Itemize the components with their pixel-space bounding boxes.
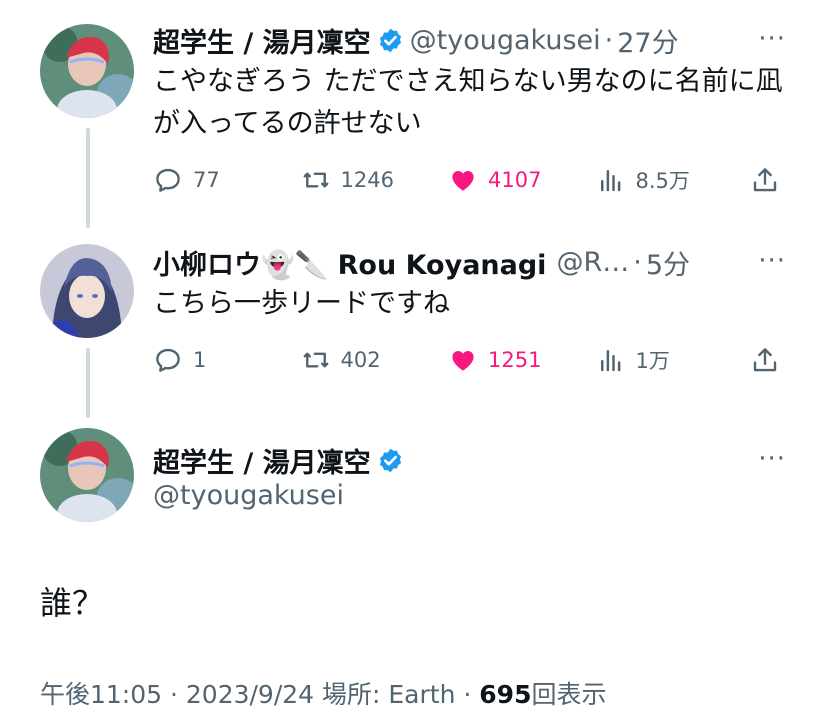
separator-dot: · (604, 24, 614, 56)
reply-count: 1 (193, 348, 207, 372)
views-icon (600, 350, 620, 372)
views-button[interactable]: 8.5万 (596, 165, 750, 195)
avatar[interactable] (40, 24, 134, 118)
view-count-label: 回表示 (531, 680, 607, 709)
verified-badge-icon (379, 448, 401, 472)
thread-line (86, 128, 90, 228)
retweet-icon (303, 172, 328, 188)
timestamp[interactable]: 5分 (646, 243, 690, 282)
share-button[interactable] (750, 165, 790, 195)
handle[interactable]: @tyougakusei (410, 25, 601, 56)
avatar[interactable] (40, 428, 134, 522)
tweet-text: こちら一歩リードですね (153, 288, 450, 319)
reply-icon (156, 168, 180, 192)
tweet-text: 誰？ (40, 584, 105, 622)
tweet-header: 超学生 / 湯月凜空 @tyougakusei · 27分 (153, 20, 679, 60)
handle[interactable]: @tyougakusei (153, 480, 344, 511)
tweet-footer: 午後11:05 · 2023/9/24 場所: Earth · 695回表示 (40, 675, 606, 711)
display-name[interactable]: 超学生 / 湯月凜空 (153, 441, 371, 480)
thread-line (86, 348, 90, 418)
share-button[interactable] (750, 345, 790, 375)
retweet-button[interactable]: 402 (301, 345, 449, 375)
retweet-count: 1246 (340, 168, 394, 192)
heart-icon (452, 351, 474, 371)
retweet-count: 402 (340, 348, 381, 372)
handle[interactable]: @R… (556, 247, 629, 278)
more-icon[interactable]: ··· (758, 444, 786, 474)
retweet-icon (303, 352, 328, 368)
timestamp[interactable]: 27分 (617, 21, 678, 60)
views-count: 1万 (635, 349, 670, 373)
reply-button[interactable]: 1 (153, 345, 301, 375)
reply-count: 77 (193, 168, 220, 192)
tweet-header: 小柳ロウ👻🔪 Rou Koyanagi @R… · 5分 (153, 242, 690, 282)
view-count: 695 (479, 680, 532, 709)
avatar[interactable] (40, 244, 134, 338)
share-icon (753, 168, 777, 192)
views-button[interactable]: 1万 (596, 345, 750, 375)
like-button[interactable]: 4107 (448, 165, 596, 195)
views-icon (600, 170, 620, 192)
views-count: 8.5万 (635, 169, 690, 193)
more-icon[interactable]: ··· (758, 246, 786, 276)
like-count: 1251 (488, 348, 542, 372)
action-bar: 1 402 1251 1万 (153, 340, 790, 380)
tweet-text: こやなぎろう ただでさえ知らない男なのに名前に凪が入ってるの許せない (153, 66, 783, 139)
heart-icon (452, 171, 474, 191)
verified-badge-icon (379, 28, 401, 52)
reply-button[interactable]: 77 (153, 165, 301, 195)
like-button[interactable]: 1251 (448, 345, 596, 375)
action-bar: 77 1246 4107 8.5万 (153, 160, 790, 200)
detail-header: 超学生 / 湯月凜空 (153, 440, 410, 480)
display-name[interactable]: 超学生 / 湯月凜空 (153, 21, 371, 60)
tweet-datetime-location[interactable]: 午後11:05 · 2023/9/24 場所: Earth · (40, 680, 479, 709)
retweet-button[interactable]: 1246 (301, 165, 449, 195)
display-name[interactable]: 小柳ロウ👻🔪 Rou Koyanagi (153, 243, 546, 282)
like-count: 4107 (488, 168, 542, 192)
reply-icon (156, 348, 180, 372)
more-icon[interactable]: ··· (758, 24, 786, 54)
separator-dot: · (633, 246, 642, 278)
share-icon (753, 348, 777, 372)
